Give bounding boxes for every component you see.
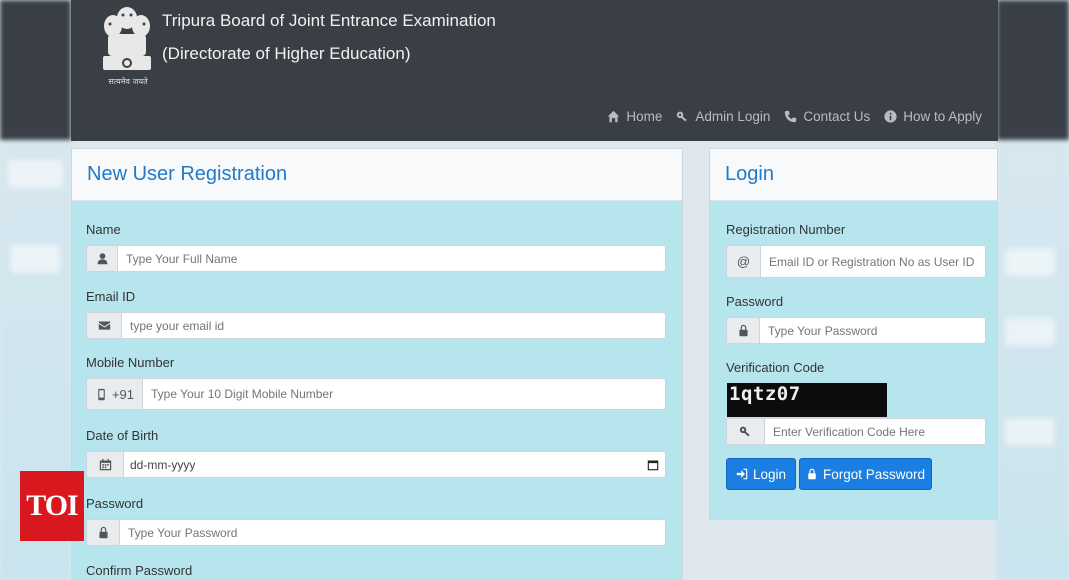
email-field-group — [86, 312, 666, 339]
nav-how-to-apply-label: How to Apply — [903, 109, 982, 124]
confirm-password-label: Confirm Password — [86, 563, 193, 578]
login-button-label: Login — [752, 466, 787, 482]
registration-title: New User Registration — [87, 163, 288, 185]
password-label: Password — [86, 496, 144, 511]
phone-icon — [785, 110, 797, 123]
sign-in-icon — [736, 468, 748, 480]
calendar-picker-icon[interactable] — [647, 459, 659, 471]
site-title: Tripura Board of Joint Entrance Examinat… — [162, 11, 496, 30]
email-input[interactable] — [122, 313, 665, 338]
name-input[interactable] — [118, 246, 665, 271]
background-blur — [10, 245, 60, 273]
login-panel-header: Login — [710, 149, 997, 201]
dob-input[interactable]: dd-mm-yyyy — [124, 452, 665, 477]
lock-icon — [808, 468, 816, 480]
background-right — [997, 0, 1069, 580]
nav-admin-login[interactable]: Admin Login — [676, 109, 770, 124]
key-icon — [677, 111, 688, 122]
nav-home-label: Home — [626, 109, 663, 124]
lock-icon — [87, 520, 120, 545]
site-header: सत्यमेव जयते Tripura Board of Joint Entr… — [71, 0, 998, 141]
login-title: Login — [725, 163, 774, 185]
forgot-password-button[interactable]: Forgot Password — [799, 458, 932, 490]
email-label: Email ID — [86, 289, 136, 304]
toi-watermark-logo: TOI — [20, 471, 84, 541]
background-blur — [1005, 318, 1055, 346]
verification-code-label: Verification Code — [726, 360, 825, 375]
registration-number-label: Registration Number — [726, 222, 846, 237]
mobile-label: Mobile Number — [86, 355, 175, 370]
background-blur — [1005, 418, 1055, 446]
registration-number-group: @ — [726, 245, 986, 278]
verification-code-input[interactable] — [765, 419, 985, 444]
mobile-phone-icon — [98, 388, 105, 400]
login-password-label: Password — [726, 294, 784, 309]
background-blur — [8, 160, 63, 188]
mobile-field-group: +91 — [86, 378, 666, 410]
nav-home[interactable]: Home — [607, 109, 662, 124]
mobile-prefix: +91 — [111, 386, 135, 402]
registration-panel: New User Registration Name Email ID Mobi… — [71, 148, 683, 580]
state-emblem-icon: सत्यमेव जयते — [95, 4, 159, 88]
key-icon — [727, 419, 765, 444]
nav-contact-us[interactable]: Contact Us — [784, 109, 870, 124]
password-field-group — [86, 519, 666, 546]
dob-label: Date of Birth — [86, 428, 159, 443]
user-icon — [87, 246, 118, 271]
registration-number-input[interactable] — [761, 246, 985, 277]
registration-panel-header: New User Registration — [72, 149, 682, 201]
info-icon — [884, 110, 897, 123]
forgot-password-label: Forgot Password — [822, 466, 926, 482]
login-panel: Login Registration Number @ Password Ver… — [709, 148, 998, 520]
nav-how-to-apply[interactable]: How to Apply — [884, 109, 982, 124]
captcha-image: 1qtz07 — [727, 383, 887, 417]
calendar-icon — [87, 452, 124, 477]
dob-field-group: dd-mm-yyyy — [86, 451, 666, 478]
home-icon — [608, 110, 620, 123]
login-button[interactable]: Login — [726, 458, 796, 490]
login-password-input[interactable] — [760, 318, 985, 343]
name-field-group — [86, 245, 666, 272]
at-sign-addon: @ — [727, 246, 761, 277]
name-label: Name — [86, 222, 121, 237]
verification-code-group — [726, 418, 986, 445]
top-nav: Home Admin Login Contact Us How to Apply — [607, 109, 982, 124]
login-password-group — [726, 317, 986, 344]
dob-placeholder: dd-mm-yyyy — [130, 457, 196, 472]
mobile-input[interactable] — [143, 379, 665, 409]
password-input[interactable] — [120, 520, 665, 545]
envelope-icon — [87, 313, 122, 338]
site-subtitle: (Directorate of Higher Education) — [162, 44, 411, 63]
background-blur — [1005, 248, 1055, 276]
mobile-prefix-addon: +91 — [87, 379, 143, 409]
lock-icon — [727, 318, 760, 343]
emblem-motto: सत्यमेव जयते — [108, 77, 148, 86]
nav-admin-login-label: Admin Login — [695, 109, 771, 124]
nav-contact-us-label: Contact Us — [803, 109, 871, 124]
